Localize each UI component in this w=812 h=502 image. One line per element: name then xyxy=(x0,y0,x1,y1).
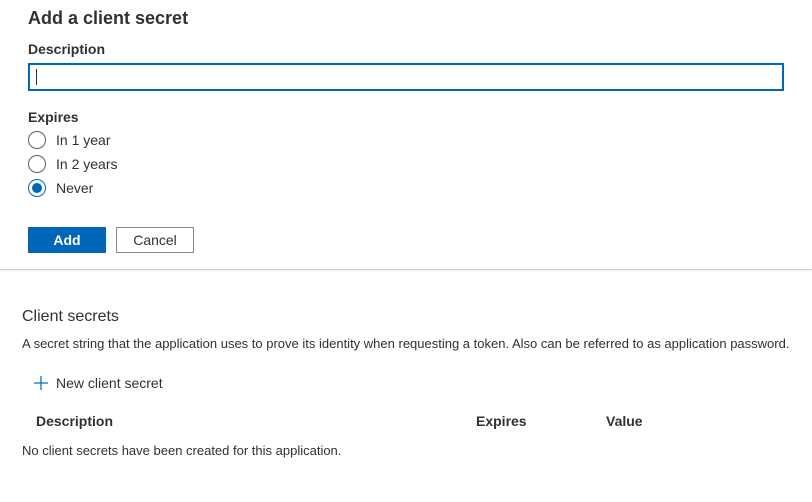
dialog-title: Add a client secret xyxy=(28,8,784,29)
description-input[interactable] xyxy=(28,63,784,91)
description-label: Description xyxy=(28,41,784,57)
expires-option-1-year[interactable]: In 1 year xyxy=(28,131,784,149)
expires-option-2-years[interactable]: In 2 years xyxy=(28,155,784,173)
new-client-secret-button[interactable]: New client secret xyxy=(28,371,169,395)
section-description: A secret string that the application use… xyxy=(22,336,790,351)
plus-icon xyxy=(34,376,48,390)
expires-radio-group: In 1 year In 2 years Never xyxy=(28,131,784,197)
radio-label: In 1 year xyxy=(56,132,110,148)
expires-label: Expires xyxy=(28,109,784,125)
col-expires: Expires xyxy=(476,413,606,429)
secrets-table-header: Description Expires Value xyxy=(22,407,790,439)
radio-label: Never xyxy=(56,180,93,196)
radio-icon xyxy=(28,155,46,173)
client-secrets-section: Client secrets A secret string that the … xyxy=(0,308,812,462)
text-caret xyxy=(36,69,37,85)
col-value: Value xyxy=(606,413,776,429)
radio-icon xyxy=(28,179,46,197)
radio-icon xyxy=(28,131,46,149)
radio-inner-dot xyxy=(32,183,42,193)
section-heading: Client secrets xyxy=(22,308,790,326)
dialog-buttons: Add Cancel xyxy=(28,227,784,253)
expires-option-never[interactable]: Never xyxy=(28,179,784,197)
radio-label: In 2 years xyxy=(56,156,117,172)
new-client-secret-label: New client secret xyxy=(56,375,163,391)
add-client-secret-panel: Add a client secret Description Expires … xyxy=(0,0,812,270)
panel-inner: Add a client secret Description Expires … xyxy=(0,0,812,253)
empty-message: No client secrets have been created for … xyxy=(22,439,790,462)
description-input-wrap xyxy=(28,63,784,91)
cancel-button[interactable]: Cancel xyxy=(116,227,194,253)
add-button[interactable]: Add xyxy=(28,227,106,253)
col-description: Description xyxy=(36,413,476,429)
